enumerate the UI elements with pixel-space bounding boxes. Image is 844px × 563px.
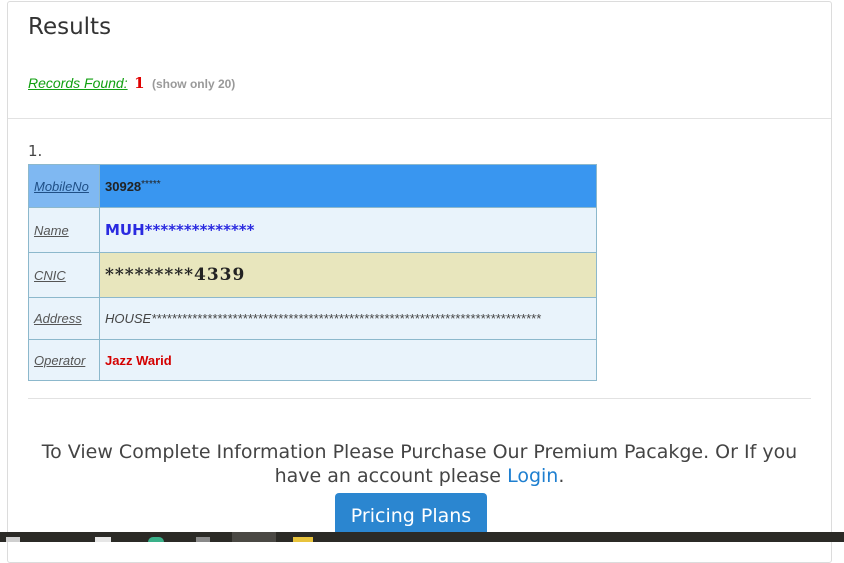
- divider: [28, 398, 811, 399]
- operator-value: Jazz Warid: [99, 339, 597, 381]
- mobile-mask: *****: [141, 178, 161, 190]
- address-label[interactable]: Address: [28, 297, 100, 340]
- file-explorer-icon[interactable]: [95, 537, 111, 542]
- records-limit-note: (show only 20): [151, 77, 236, 91]
- name-label[interactable]: Name: [28, 207, 100, 253]
- name-value: MUH**************: [99, 207, 597, 253]
- records-summary: Records Found: 1 (show only 20): [28, 74, 235, 92]
- notice-text: To View Complete Information Please Purc…: [41, 441, 798, 487]
- divider: [8, 118, 831, 119]
- active-window-icon[interactable]: [232, 532, 276, 542]
- table-row-name: Name MUH**************: [28, 207, 597, 253]
- mobile-number: 30928: [105, 178, 142, 194]
- result-index: 1.: [28, 142, 43, 160]
- table-row-operator: Operator Jazz Warid: [28, 339, 597, 381]
- premium-notice: To View Complete Information Please Purc…: [28, 440, 811, 488]
- table-row-address: Address HOUSE***************************…: [28, 297, 597, 340]
- login-link[interactable]: Login: [507, 465, 558, 487]
- records-count: 1: [134, 74, 145, 92]
- records-found-link[interactable]: Records Found:: [28, 75, 128, 91]
- folder-icon[interactable]: [293, 537, 313, 542]
- page-title: Results: [28, 14, 112, 40]
- taskbar: [0, 532, 844, 542]
- cnic-label[interactable]: CNIC: [28, 252, 100, 298]
- notice-suffix: .: [558, 465, 565, 487]
- result-table: MobileNo 30928***** Name MUH************…: [28, 164, 597, 381]
- table-row-cnic: CNIC *********4339: [28, 252, 597, 298]
- windows-icon[interactable]: [6, 537, 20, 542]
- app-icon[interactable]: [196, 537, 210, 542]
- mobile-label[interactable]: MobileNo: [28, 164, 100, 208]
- cnic-value: *********4339: [99, 252, 597, 298]
- address-value: HOUSE***********************************…: [99, 297, 597, 340]
- chrome-icon[interactable]: [148, 537, 164, 542]
- table-row-mobile: MobileNo 30928*****: [28, 164, 597, 208]
- mobile-value: 30928*****: [99, 164, 597, 208]
- results-panel: Results Records Found: 1 (show only 20) …: [7, 1, 832, 563]
- operator-label[interactable]: Operator: [28, 339, 100, 381]
